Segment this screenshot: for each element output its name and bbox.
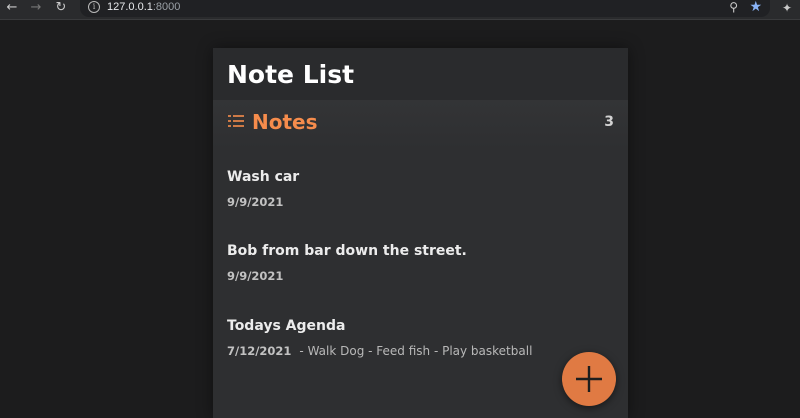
note-meta: 9/9/2021 xyxy=(227,268,467,284)
browser-toolbar: ← → ↻ i 127.0.0.1:8000 ⚲ ★ ✦ xyxy=(0,0,800,20)
note-date: 7/12/2021 xyxy=(227,344,292,358)
note-date: 9/9/2021 xyxy=(227,195,284,209)
list-item[interactable]: Bob from bar down the street. 9/9/2021 xyxy=(227,242,467,284)
page-title: Note List xyxy=(227,60,355,89)
notes-count: 3 xyxy=(604,114,614,130)
note-title: Wash car xyxy=(227,169,300,185)
notes-heading: Notes xyxy=(252,110,318,134)
url-host: 127.0.0.1 xyxy=(107,1,153,13)
url-text[interactable]: 127.0.0.1:8000 xyxy=(107,0,180,15)
star-icon[interactable]: ★ xyxy=(749,0,762,15)
notes-header: Notes 3 xyxy=(213,100,628,150)
note-title: Todays Agenda xyxy=(227,318,346,334)
url-port: :8000 xyxy=(152,1,181,13)
note-meta: 9/9/2021 xyxy=(227,194,299,210)
list-item[interactable]: Wash car 9/9/2021 xyxy=(227,168,299,210)
reload-icon[interactable]: ↻ xyxy=(52,0,70,18)
puzzle-icon[interactable]: ✦ xyxy=(782,0,792,16)
info-icon[interactable]: i xyxy=(88,1,100,13)
zoom-icon[interactable]: ⚲ xyxy=(729,0,738,15)
note-date: 9/9/2021 xyxy=(227,269,284,283)
note-list-app: Note List Notes 3 Wash car 9/9/2021 Bob … xyxy=(213,48,628,418)
add-note-button[interactable] xyxy=(562,352,616,406)
note-title: Bob from bar down the street. xyxy=(227,243,467,259)
app-header: Note List xyxy=(213,48,628,100)
list-icon xyxy=(228,115,244,127)
note-meta: 7/12/2021 - Walk Dog - Feed fish - Play b… xyxy=(227,343,532,359)
note-preview: - Walk Dog - Feed fish - Play basketball xyxy=(299,344,533,358)
address-bar[interactable]: i 127.0.0.1:8000 ⚲ ★ xyxy=(80,0,770,17)
forward-arrow-icon[interactable]: → xyxy=(27,0,45,18)
back-arrow-icon[interactable]: ← xyxy=(3,0,21,18)
plus-icon xyxy=(576,366,602,392)
list-item[interactable]: Todays Agenda 7/12/2021 - Walk Dog - Feed… xyxy=(227,317,532,359)
